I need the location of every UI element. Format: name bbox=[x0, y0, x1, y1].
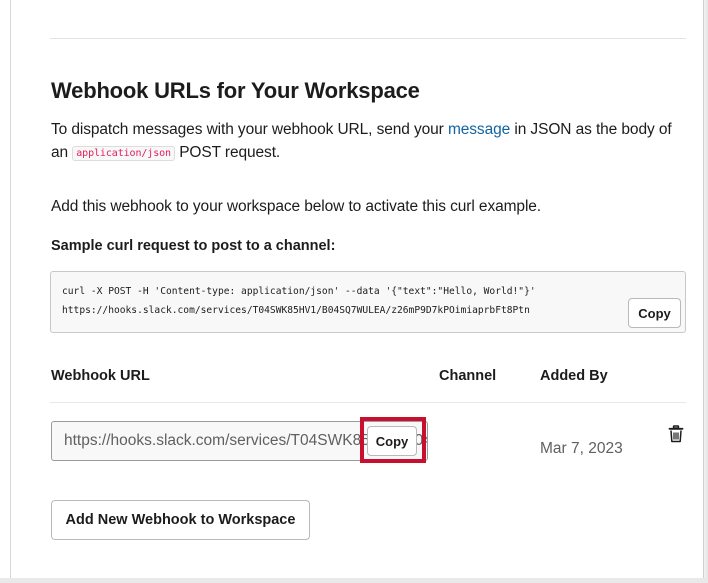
section-divider bbox=[50, 38, 686, 39]
section-title: Webhook URLs for Your Workspace bbox=[51, 78, 420, 103]
activate-text: Add this webhook to your workspace below… bbox=[51, 198, 542, 215]
scroll-edge bbox=[703, 0, 708, 583]
intro-text-start: To dispatch messages with your webhook U… bbox=[51, 121, 448, 138]
curl-code-block: curl -X POST -H 'Content-type: applicati… bbox=[50, 271, 686, 333]
copy-webhook-url-button[interactable]: Copy bbox=[367, 426, 417, 456]
added-date: Mar 7, 2023 bbox=[540, 440, 623, 457]
content-type-code: application/json bbox=[72, 146, 175, 161]
webhook-url-header: Webhook URL bbox=[51, 368, 150, 384]
table-header-divider bbox=[50, 402, 686, 403]
added-by-header: Added By bbox=[540, 368, 608, 384]
curl-url-line: https://hooks.slack.com/services/T04SWK8… bbox=[62, 305, 530, 316]
intro-text: To dispatch messages with your webhook U… bbox=[51, 118, 691, 166]
copy-curl-button[interactable]: Copy bbox=[628, 298, 681, 328]
message-link[interactable]: message bbox=[448, 121, 510, 138]
add-new-webhook-button[interactable]: Add New Webhook to Workspace bbox=[51, 500, 310, 540]
bottom-edge bbox=[0, 578, 708, 583]
trash-icon[interactable] bbox=[668, 425, 684, 443]
curl-label: Sample curl request to post to a channel… bbox=[51, 238, 336, 254]
channel-header: Channel bbox=[439, 368, 497, 384]
intro-text-end: POST request. bbox=[174, 144, 281, 161]
curl-command-line: curl -X POST -H 'Content-type: applicati… bbox=[62, 286, 536, 297]
